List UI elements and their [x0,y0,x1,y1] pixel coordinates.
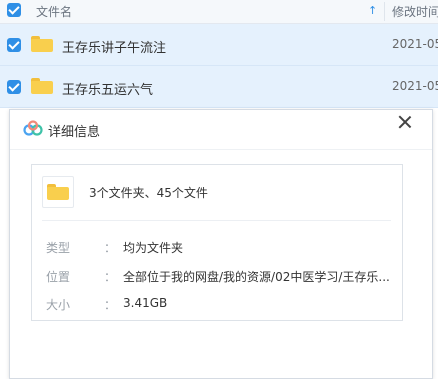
details-dialog: 详细信息 3个文件夹、45个文件 类型 ： 均为文件夹 位置 ： 全部位于我的网… [9,109,433,379]
column-divider [384,2,385,21]
file-list-header: 文件名 ↑ 修改时间 [0,0,438,24]
close-icon[interactable] [397,114,413,130]
type-colon: ： [104,241,117,255]
details-panel: 3个文件夹、45个文件 类型 ： 均为文件夹 位置 ： 全部位于我的网盘/我的资… [31,164,403,321]
file-name[interactable]: 王存乐五运六气 [62,79,153,98]
location-value: 全部位于我的网盘/我的资源/02中医学习/王存乐... [123,270,390,284]
size-label: 大小 [46,298,71,312]
location-colon: ： [104,270,117,284]
type-value: 均为文件夹 [123,241,184,255]
selection-summary: 3个文件夹、45个文件 [89,186,208,200]
baidu-netdisk-logo-icon [23,120,43,136]
row-checkbox[interactable] [7,38,21,52]
location-label: 位置 [46,270,71,284]
file-row[interactable]: 王存乐讲子午流注 2021-05 [0,24,438,66]
folder-icon [47,184,69,200]
row-checkbox[interactable] [7,80,21,94]
select-all-checkbox[interactable] [7,3,21,17]
type-label: 类型 [46,241,71,255]
arrow-up-icon[interactable]: ↑ [368,4,377,17]
file-date: 2021-05 [392,37,438,51]
file-name[interactable]: 王存乐讲子午流注 [62,37,166,56]
dialog-title: 详细信息 [48,125,101,140]
folder-thumbnail [42,176,74,208]
file-date: 2021-05 [392,79,438,93]
folder-icon [31,36,53,52]
column-header-name[interactable]: 文件名 [36,3,72,20]
divider [42,220,391,221]
folder-icon [31,78,53,94]
dialog-header: 详细信息 [10,110,432,150]
file-row[interactable]: 王存乐五运六气 2021-05 [0,66,438,108]
size-value: 3.41GB [123,296,168,310]
column-header-modified[interactable]: 修改时间 [392,3,438,20]
size-colon: ： [104,298,117,312]
